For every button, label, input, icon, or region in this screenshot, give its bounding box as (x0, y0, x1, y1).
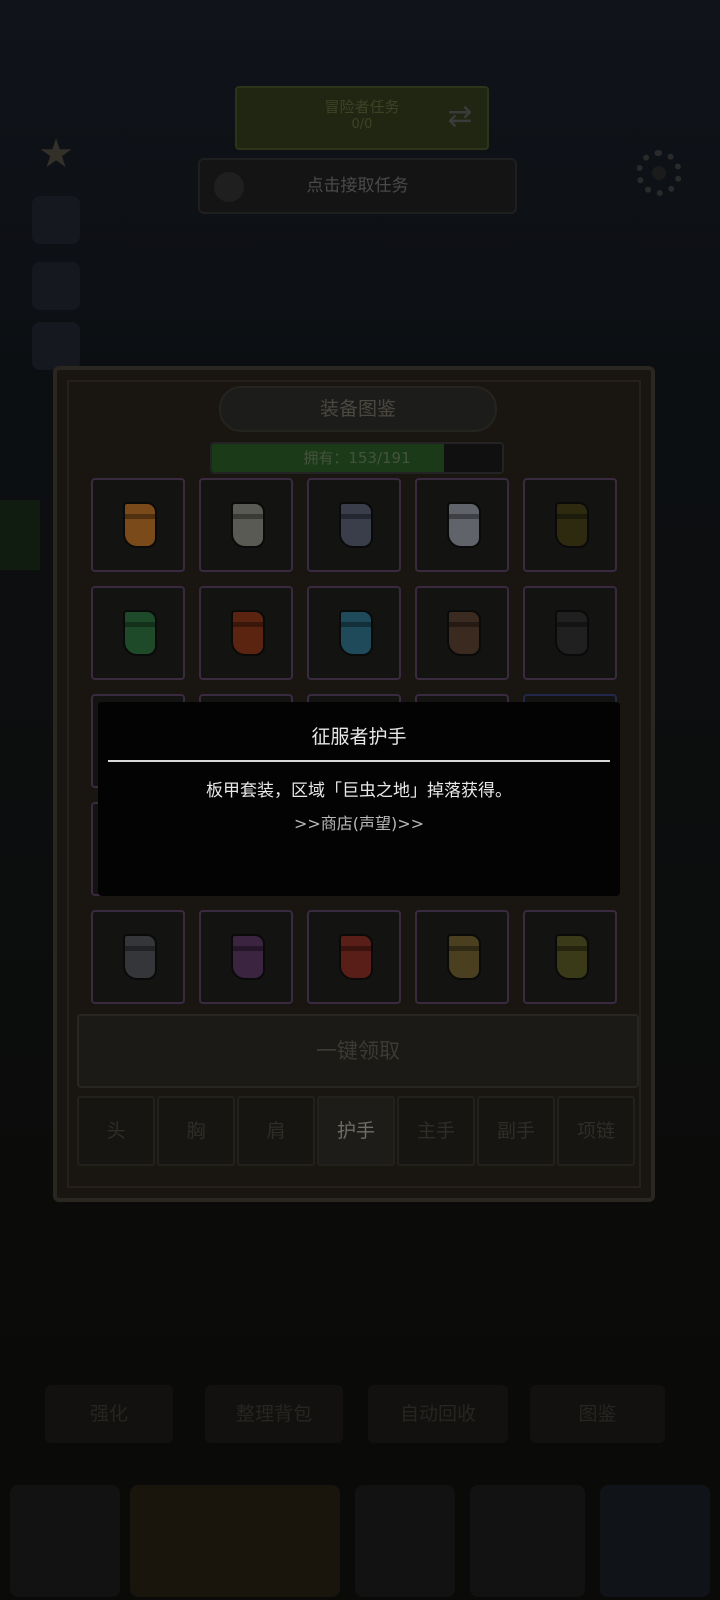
slot-tab[interactable]: 头 (77, 1096, 155, 1166)
swap-arrow-icon[interactable]: ⇄ (443, 100, 477, 134)
claim-all-button[interactable]: 一键领取 (77, 1014, 639, 1088)
slot-tabs: 头胸肩护手 主手 副手 项链 (77, 1096, 637, 1166)
armor-slot-icon[interactable] (130, 1485, 340, 1597)
gauntlet-icon (339, 610, 373, 656)
side-menu-icon-2[interactable] (32, 196, 80, 244)
equipment-cell[interactable] (523, 910, 617, 1004)
tooltip-divider (108, 760, 610, 762)
gauntlet-icon (231, 934, 265, 980)
star-icon[interactable]: ★ (32, 130, 80, 178)
amulet-slot-icon[interactable] (355, 1485, 455, 1597)
task-bullet-icon (214, 172, 244, 202)
gauntlet-icon (447, 610, 481, 656)
equipment-cell[interactable] (199, 478, 293, 572)
equipment-cell[interactable] (199, 586, 293, 680)
quest-banner[interactable]: 冒险者任务 0/0 ⇄ (235, 86, 489, 150)
owned-count-text: 拥有：153/191 (303, 449, 411, 467)
gauntlet-icon (231, 610, 265, 656)
sort-bag-button[interactable]: 整理背包 (205, 1385, 343, 1443)
tooltip-item-name: 征服者护手 (311, 726, 407, 748)
grass-decoration (0, 500, 40, 570)
equipment-cell[interactable] (415, 478, 509, 572)
tooltip-shop-link[interactable]: >>商店(声望)>> (98, 810, 620, 834)
equipment-cell[interactable] (523, 478, 617, 572)
slot-tab[interactable]: 肩 (237, 1096, 315, 1166)
accept-task-bar[interactable]: 点击接取任务 (198, 158, 517, 214)
slot-tab[interactable]: 项链 (557, 1096, 635, 1166)
equipment-cell[interactable] (307, 478, 401, 572)
gauntlet-icon (231, 502, 265, 548)
equipment-cell[interactable] (307, 586, 401, 680)
gauntlet-icon (339, 502, 373, 548)
equipment-cell[interactable] (91, 586, 185, 680)
enhance-button[interactable]: 强化 (45, 1385, 173, 1443)
equipment-cell[interactable] (91, 910, 185, 1004)
gauntlet-icon (123, 610, 157, 656)
equipment-cell[interactable] (415, 586, 509, 680)
gauntlet-icon (123, 502, 157, 548)
gauntlet-icon (123, 934, 157, 980)
owned-progress-bar: 拥有：153/191 (210, 442, 504, 474)
equipment-cell[interactable] (307, 910, 401, 1004)
gauntlet-icon (555, 502, 589, 548)
tooltip-description: 板甲套装，区域「巨虫之地」掉落获得。 (206, 781, 512, 801)
collection-button[interactable]: 图鉴 (530, 1385, 665, 1443)
equipment-cell[interactable] (523, 586, 617, 680)
gauntlet-icon (339, 934, 373, 980)
accept-task-label: 点击接取任务 (306, 176, 409, 196)
equipment-cell[interactable] (415, 910, 509, 1004)
slot-tab[interactable]: 主手 (397, 1096, 475, 1166)
gauntlet-icon (555, 934, 589, 980)
gauntlet-icon (447, 934, 481, 980)
equipment-cell[interactable] (91, 478, 185, 572)
slot-tab[interactable]: 胸 (157, 1096, 235, 1166)
gear-icon[interactable] (636, 150, 682, 196)
gauntlet-icon (555, 610, 589, 656)
equipment-cell[interactable] (199, 910, 293, 1004)
panel-title: 装备图鉴 (219, 386, 497, 432)
weapon-slot-icon[interactable] (470, 1485, 585, 1597)
helmet-slot-icon[interactable] (10, 1485, 120, 1597)
slot-tab[interactable]: 护手 (317, 1096, 395, 1166)
item-tooltip: 征服者护手 板甲套装，区域「巨虫之地」掉落获得。 >>商店(声望)>> (98, 702, 620, 896)
side-menu-icon-3[interactable] (32, 262, 80, 310)
side-menu-icon-4[interactable] (32, 322, 80, 370)
shop-slot-icon[interactable] (600, 1485, 710, 1597)
slot-tab[interactable]: 副手 (477, 1096, 555, 1166)
auto-recycle-button[interactable]: 自动回收 (368, 1385, 508, 1443)
gauntlet-icon (447, 502, 481, 548)
